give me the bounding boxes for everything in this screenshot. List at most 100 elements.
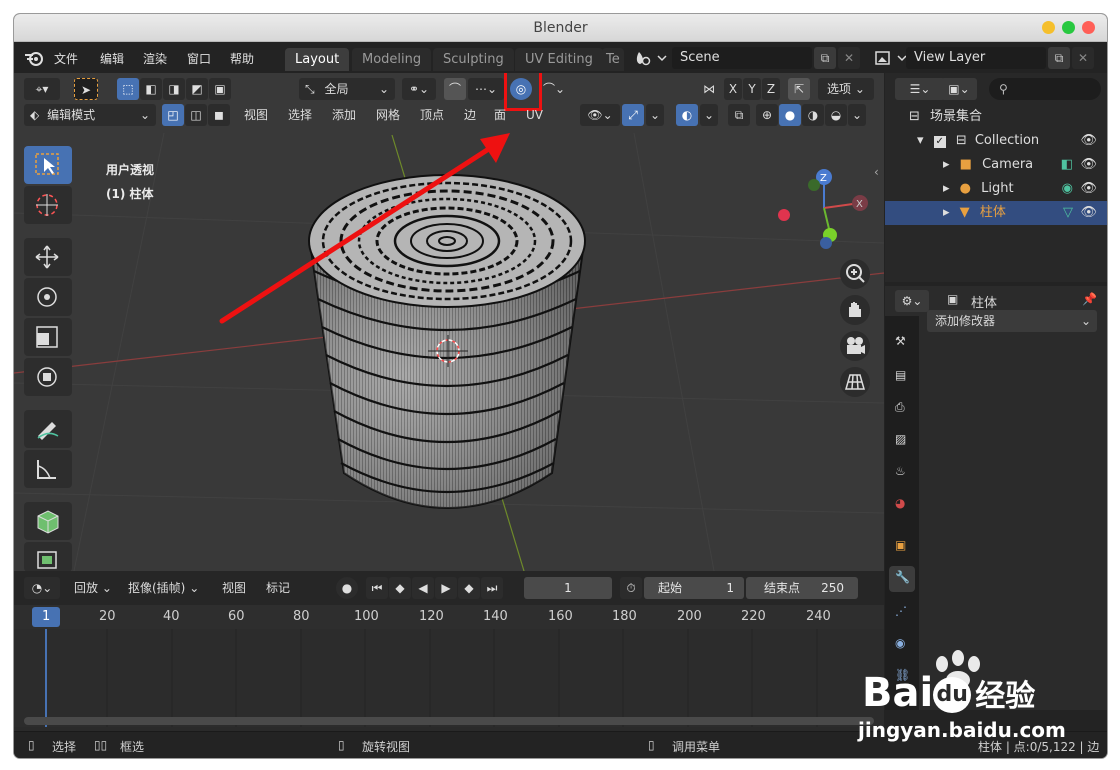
- mirror-z-button[interactable]: Z: [762, 78, 780, 100]
- remove-scene-button[interactable]: ✕: [838, 47, 860, 69]
- tool-move[interactable]: [24, 238, 72, 276]
- eye-icon[interactable]: 👁: [1080, 177, 1097, 201]
- select-mode-button[interactable]: ➤: [74, 78, 98, 100]
- solid-shading-button[interactable]: ●: [779, 104, 801, 126]
- jump-start-button[interactable]: ⏮: [366, 577, 388, 599]
- outliner-item-collection[interactable]: ▾ ✓ ⊟ Collection 👁: [885, 129, 1107, 153]
- menu-help[interactable]: 帮助: [230, 50, 254, 67]
- menu-file[interactable]: 文件: [54, 50, 78, 67]
- prev-keyframe-button[interactable]: ◆: [389, 577, 411, 599]
- tab-object-icon[interactable]: ▣: [889, 534, 915, 560]
- box-select-intersect-button[interactable]: ▣: [209, 78, 231, 100]
- ortho-toggle-button[interactable]: [840, 367, 870, 397]
- tab-render-icon[interactable]: ▤: [889, 364, 915, 390]
- tool-scale[interactable]: [24, 318, 72, 356]
- menu-window[interactable]: 窗口: [187, 50, 211, 67]
- menu-mesh[interactable]: 网格: [376, 104, 400, 126]
- outliner-item-camera[interactable]: ▸ ■ Camera ◧ 👁: [885, 153, 1107, 177]
- display-mode-dropdown[interactable]: ☰⌄: [895, 78, 945, 100]
- shading-dropdown[interactable]: ⌄: [848, 104, 866, 126]
- tab-texture-paint[interactable]: Te: [602, 48, 624, 71]
- outliner-item-cylinder[interactable]: ▸ ▼ 柱体 ▽ 👁: [885, 201, 1107, 225]
- zoom-button[interactable]: [1062, 21, 1075, 34]
- new-view-layer-button[interactable]: ⧉: [1048, 47, 1070, 69]
- play-button[interactable]: ▶: [435, 577, 457, 599]
- tab-output-icon[interactable]: ⎙: [889, 396, 915, 422]
- face-select-button[interactable]: ◼: [208, 104, 230, 126]
- overlay-toggle-button[interactable]: ◐: [676, 104, 698, 126]
- transform-pivot-button[interactable]: ⌖▾: [24, 78, 60, 100]
- tab-modifier-icon[interactable]: 🔧: [889, 566, 915, 592]
- tab-view-layer-icon[interactable]: ▨: [889, 428, 915, 454]
- snap-target-button[interactable]: ⋯⌄: [468, 78, 504, 100]
- view-layer-icon[interactable]: [874, 50, 908, 66]
- auto-merge-icon[interactable]: ⇱: [788, 78, 810, 100]
- end-frame-field[interactable]: 结束点 250: [746, 577, 858, 599]
- menu-edge[interactable]: 边: [464, 104, 476, 126]
- tab-world-icon[interactable]: ◕: [889, 492, 915, 518]
- checkbox-icon[interactable]: ✓: [933, 136, 946, 148]
- rendered-shading-button[interactable]: ◒: [825, 104, 847, 126]
- tool-cursor[interactable]: [24, 186, 72, 224]
- stopwatch-icon[interactable]: ⏱: [620, 577, 642, 599]
- record-button[interactable]: ●: [336, 577, 358, 599]
- minimize-button[interactable]: [1042, 21, 1055, 34]
- menu-view[interactable]: 视图: [244, 104, 268, 126]
- tab-particles-icon[interactable]: ⋰: [889, 600, 915, 626]
- navigation-gizmo[interactable]: Z X: [774, 163, 874, 253]
- wireframe-shading-button[interactable]: ⊕: [756, 104, 778, 126]
- zoom-view-button[interactable]: [840, 259, 870, 289]
- menu-uv[interactable]: UV: [526, 104, 543, 126]
- mode-dropdown[interactable]: ⬖ 编辑模式 ⌄: [24, 104, 156, 126]
- menu-edit[interactable]: 编辑: [100, 50, 124, 67]
- start-frame-field[interactable]: 起始 1: [644, 577, 744, 599]
- outliner-search-input[interactable]: ⚲: [989, 78, 1101, 100]
- mirror-butterfly-icon[interactable]: ⋈: [698, 78, 720, 100]
- new-scene-button[interactable]: ⧉: [814, 47, 836, 69]
- pan-view-button[interactable]: [840, 295, 870, 325]
- edge-select-button[interactable]: ◫: [185, 104, 207, 126]
- close-button[interactable]: [1082, 21, 1095, 34]
- gizmo-dropdown[interactable]: ⌄: [646, 104, 664, 126]
- blender-logo-icon[interactable]: [24, 49, 44, 67]
- timeline-body[interactable]: [14, 629, 884, 727]
- outliner-scene-collection[interactable]: ⊟ 场景集合: [885, 105, 1107, 129]
- next-keyframe-button[interactable]: ◆: [458, 577, 480, 599]
- tab-tool-icon[interactable]: ⚒: [889, 330, 915, 356]
- vertex-select-button[interactable]: ◰: [162, 104, 184, 126]
- box-select-invert-button[interactable]: ◩: [186, 78, 208, 100]
- tool-annotate[interactable]: [24, 410, 72, 448]
- transform-orientation-dropdown[interactable]: ⤡ 全局 ⌄: [299, 78, 395, 100]
- options-dropdown[interactable]: 选项 ⌄: [818, 78, 874, 100]
- menu-face[interactable]: 面: [494, 104, 506, 126]
- tool-measure[interactable]: [24, 450, 72, 488]
- tool-rotate[interactable]: [24, 278, 72, 316]
- menu-render[interactable]: 渲染: [143, 50, 167, 67]
- scene-selector-icon[interactable]: [634, 50, 668, 66]
- xray-toggle-button[interactable]: ⧉: [728, 104, 750, 126]
- tab-scene-icon[interactable]: ♨: [889, 460, 915, 486]
- menu-vertex[interactable]: 顶点: [420, 104, 444, 126]
- overlay-dropdown[interactable]: ⌄: [700, 104, 718, 126]
- snap-toggle-button[interactable]: ⌒: [444, 78, 466, 100]
- material-shading-button[interactable]: ◑: [802, 104, 824, 126]
- box-select-subtract-button[interactable]: ◨: [163, 78, 185, 100]
- menu-keying[interactable]: 抠像(插帧) ⌄: [128, 577, 199, 599]
- 3d-viewport[interactable]: ⌖▾ ➤ ⬚ ◧ ◨ ◩ ▣ ⤡ 全局 ⌄ ⚭⌄ ⌒ ⋯⌄ ◎ ⌒⌄ ⋈ X Y…: [14, 73, 884, 571]
- timeline-editor-type-button[interactable]: ◔⌄: [24, 577, 60, 599]
- tab-sculpting[interactable]: Sculpting: [433, 48, 514, 71]
- tab-layout[interactable]: Layout: [285, 48, 350, 71]
- play-reverse-button[interactable]: ◀: [412, 577, 434, 599]
- proportional-falloff-button[interactable]: ⌒⌄: [539, 78, 569, 100]
- filter-dropdown[interactable]: ▣⌄: [941, 78, 977, 100]
- sidebar-toggle-icon[interactable]: ‹: [874, 165, 879, 179]
- add-modifier-dropdown[interactable]: 添加修改器 ⌄: [927, 310, 1097, 332]
- view-layer-field[interactable]: View Layer: [906, 47, 1046, 69]
- tool-transform[interactable]: [24, 358, 72, 396]
- box-select-extend-button[interactable]: ◧: [140, 78, 162, 100]
- viewport-scene[interactable]: [14, 73, 884, 571]
- eye-icon[interactable]: 👁: [1080, 129, 1097, 153]
- current-frame-field[interactable]: 1: [524, 577, 612, 599]
- tool-add-cube[interactable]: [24, 502, 72, 540]
- tab-uv-editing[interactable]: UV Editing: [515, 48, 603, 71]
